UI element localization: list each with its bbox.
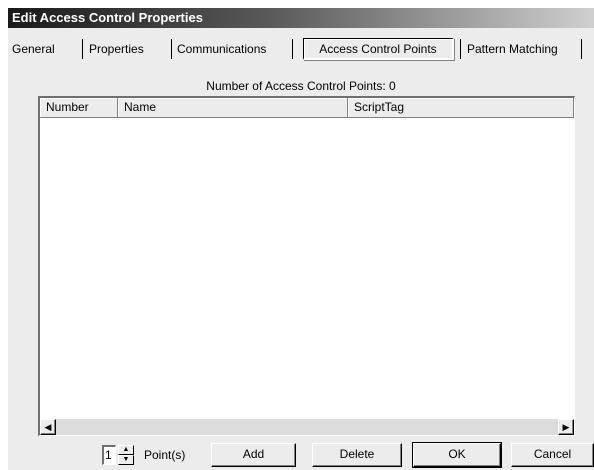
table-header: Number Name ScriptTag [40,98,574,118]
scroll-left-arrow-icon[interactable]: ◀ [40,419,56,435]
access-point-count-label: Number of Access Control Points: 0 [206,79,396,93]
ok-button[interactable]: OK [412,442,502,468]
tab-separator [82,39,83,59]
column-header-number[interactable]: Number [40,98,118,118]
tab-separator [292,39,293,59]
add-button[interactable]: Add [211,443,296,467]
scroll-right-arrow-icon[interactable]: ▶ [558,419,574,435]
spin-up-icon[interactable]: ▲ [118,445,134,455]
column-header-scripttag[interactable]: ScriptTag [348,98,574,118]
tab-separator [171,39,172,59]
spin-down-icon[interactable]: ▼ [118,455,134,465]
tab-general[interactable]: General [12,38,55,60]
tab-pattern-matching[interactable]: Pattern Matching [467,38,558,60]
horizontal-scrollbar[interactable]: ◀ ▶ [40,419,574,435]
footer-bar: 1 ▲ ▼ Point(s) Add Delete OK Cancel [8,438,594,470]
table-body[interactable] [40,118,574,418]
window-title: Edit Access Control Properties [8,8,594,28]
cancel-button[interactable]: Cancel [511,443,594,467]
points-label: Point(s) [144,448,186,462]
points-quantity-input[interactable]: 1 [102,445,116,465]
delete-button[interactable]: Delete [312,443,402,467]
column-header-name[interactable]: Name [118,98,348,118]
tab-separator [460,39,461,59]
access-points-table[interactable]: Number Name ScriptTag ◀ ▶ [38,96,575,436]
edit-access-control-dialog: Edit Access Control Properties General P… [8,8,594,470]
tab-separator [581,39,582,59]
tab-properties[interactable]: Properties [89,38,144,60]
tab-communications[interactable]: Communications [177,38,266,60]
tab-access-control-points[interactable]: Access Control Points [303,38,454,60]
points-quantity-stepper[interactable]: ▲ ▼ [118,445,134,465]
tab-strip: General Properties Communications Access… [8,34,594,62]
